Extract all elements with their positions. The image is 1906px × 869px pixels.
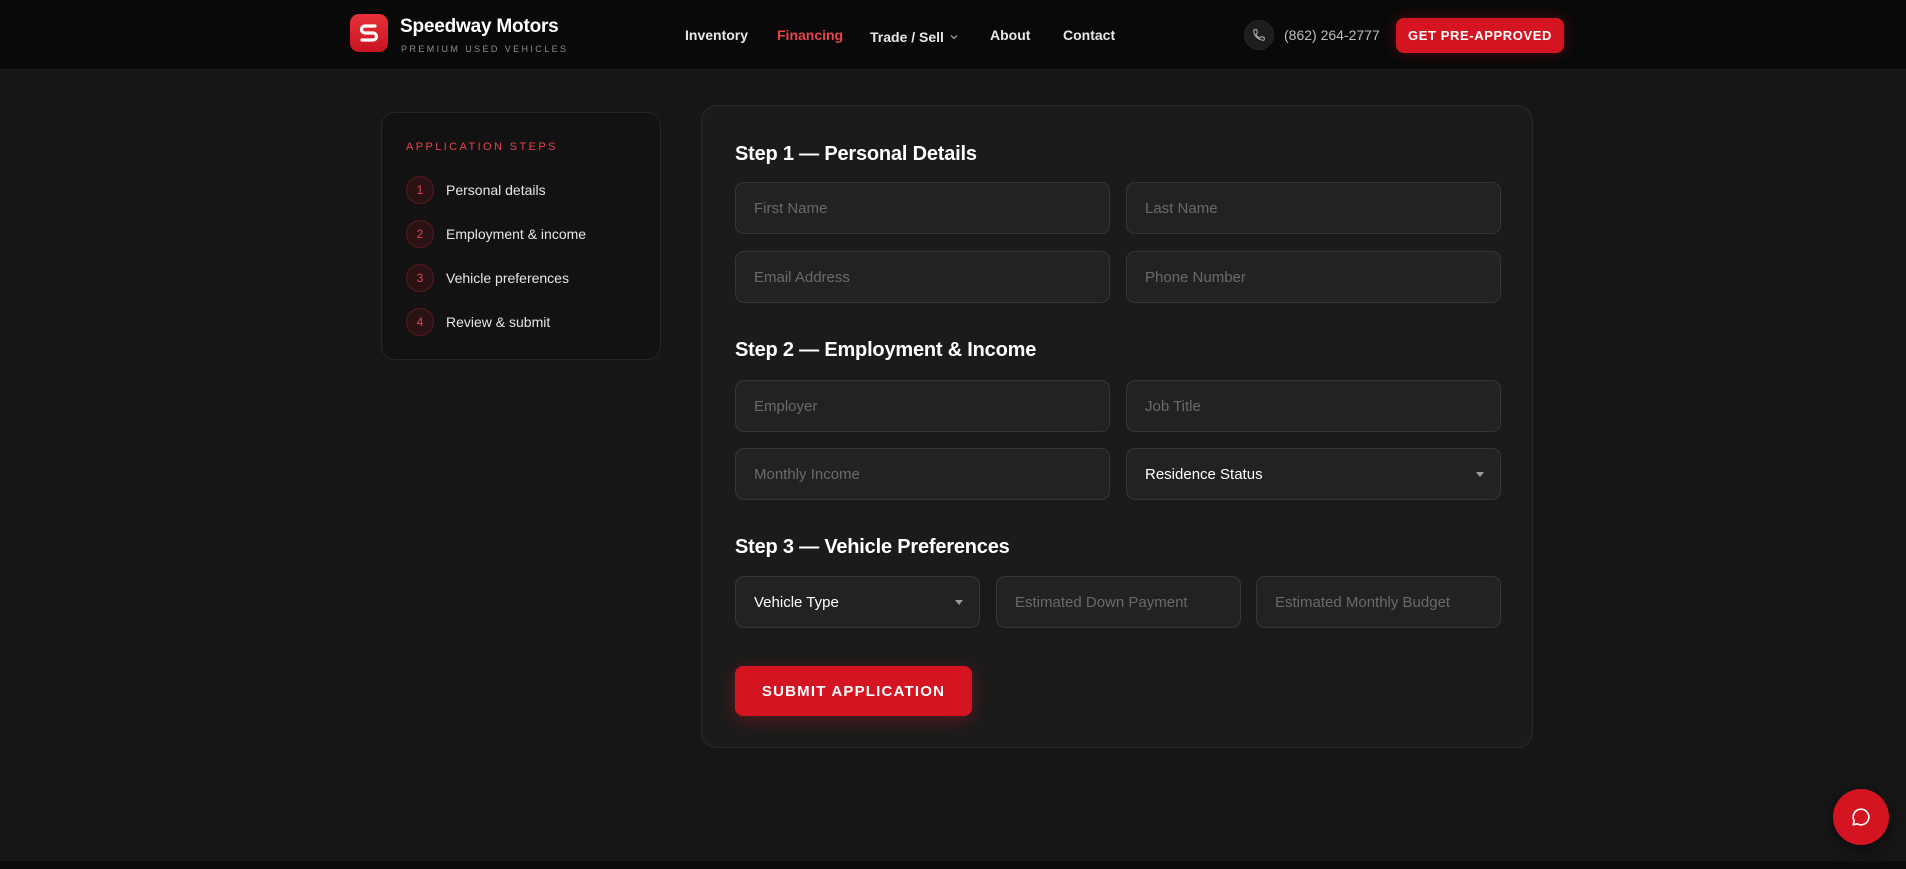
chevron-down-icon bbox=[950, 27, 958, 43]
s-logo-icon bbox=[359, 24, 379, 42]
monthly-budget-field[interactable] bbox=[1256, 576, 1501, 628]
site-header: Speedway Motors PREMIUM USED VEHICLES In… bbox=[0, 0, 1906, 70]
get-pre-approved-button[interactable]: GET PRE-APPROVED bbox=[1396, 18, 1564, 53]
first-name-field[interactable] bbox=[735, 182, 1110, 234]
email-input[interactable] bbox=[736, 252, 1109, 302]
dropdown-caret-icon bbox=[955, 600, 963, 605]
nav-item-inventory[interactable]: Inventory bbox=[685, 27, 748, 43]
step-1-heading: Step 1 — Personal Details bbox=[735, 143, 977, 165]
step-label: Employment & income bbox=[446, 226, 587, 242]
brand-logo-icon[interactable] bbox=[350, 14, 388, 52]
step-number: 2 bbox=[406, 220, 434, 248]
brand-name[interactable]: Speedway Motors bbox=[400, 16, 559, 38]
step-item-vehicle-preferences[interactable]: 3 Vehicle preferences bbox=[406, 264, 646, 292]
down-payment-field[interactable] bbox=[996, 576, 1241, 628]
step-2-heading: Step 2 — Employment & Income bbox=[735, 339, 1037, 361]
monthly-income-input[interactable] bbox=[736, 449, 1109, 499]
job-title-input[interactable] bbox=[1127, 381, 1500, 431]
step-number: 4 bbox=[406, 308, 434, 336]
nav-item-trade-sell-label: Trade / Sell bbox=[870, 29, 944, 45]
phone-number[interactable]: (862) 264-2777 bbox=[1284, 27, 1380, 43]
step-label: Personal details bbox=[446, 182, 546, 198]
nav-item-about[interactable]: About bbox=[990, 27, 1030, 43]
email-field[interactable] bbox=[735, 251, 1110, 303]
residence-status-value: Residence Status bbox=[1145, 466, 1263, 483]
footer-strip bbox=[0, 861, 1906, 869]
phone-number-field[interactable] bbox=[1126, 251, 1501, 303]
nav-item-contact[interactable]: Contact bbox=[1063, 27, 1115, 43]
application-steps-card: APPLICATION STEPS 1 Personal details 2 E… bbox=[381, 112, 661, 360]
application-steps-title: APPLICATION STEPS bbox=[406, 141, 558, 153]
step-3-heading: Step 3 — Vehicle Preferences bbox=[735, 536, 1010, 558]
monthly-income-field[interactable] bbox=[735, 448, 1110, 500]
chat-bubble-icon bbox=[1852, 808, 1870, 826]
phone-icon[interactable] bbox=[1244, 20, 1274, 50]
step-item-review-submit[interactable]: 4 Review & submit bbox=[406, 308, 646, 336]
monthly-budget-input[interactable] bbox=[1257, 577, 1500, 627]
step-number: 3 bbox=[406, 264, 434, 292]
submit-application-button[interactable]: SUBMIT APPLICATION bbox=[735, 666, 972, 716]
first-name-input[interactable] bbox=[736, 183, 1109, 233]
down-payment-input[interactable] bbox=[997, 577, 1240, 627]
last-name-input[interactable] bbox=[1127, 183, 1500, 233]
step-item-personal-details[interactable]: 1 Personal details bbox=[406, 176, 646, 204]
employer-field[interactable] bbox=[735, 380, 1110, 432]
financing-application-form: Step 1 — Personal Details Step 2 — Emplo… bbox=[701, 105, 1533, 748]
step-label: Review & submit bbox=[446, 314, 551, 330]
nav-item-financing[interactable]: Financing bbox=[777, 27, 843, 43]
residence-status-select[interactable]: Residence Status bbox=[1126, 448, 1501, 500]
brand-tagline: PREMIUM USED VEHICLES bbox=[401, 44, 569, 54]
last-name-field[interactable] bbox=[1126, 182, 1501, 234]
step-item-employment-income[interactable]: 2 Employment & income bbox=[406, 220, 646, 248]
step-label: Vehicle preferences bbox=[446, 270, 569, 286]
dropdown-caret-icon bbox=[1476, 472, 1484, 477]
employer-input[interactable] bbox=[736, 381, 1109, 431]
vehicle-type-select[interactable]: Vehicle Type bbox=[735, 576, 980, 628]
phone-number-input[interactable] bbox=[1127, 252, 1500, 302]
chat-button[interactable] bbox=[1833, 789, 1889, 845]
nav-item-trade-sell[interactable]: Trade / Sell bbox=[870, 27, 958, 45]
job-title-field[interactable] bbox=[1126, 380, 1501, 432]
step-number: 1 bbox=[406, 176, 434, 204]
vehicle-type-value: Vehicle Type bbox=[754, 594, 839, 611]
